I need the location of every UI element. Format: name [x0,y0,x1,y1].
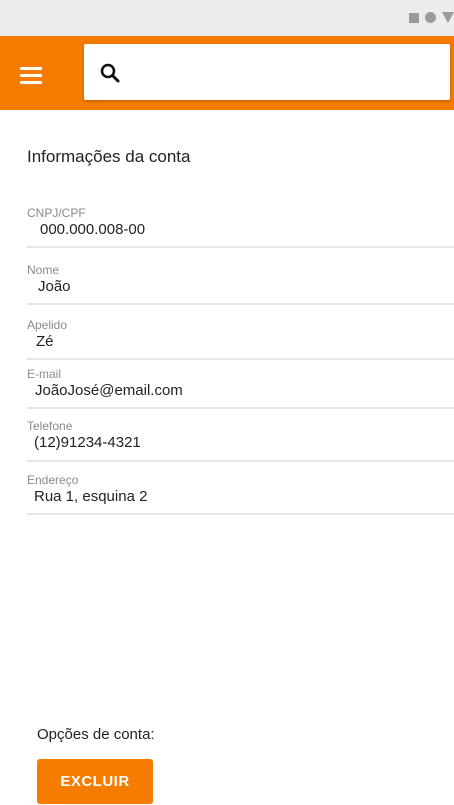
menu-bar-line [20,66,42,70]
field-value: JoãoJosé@email.com [35,382,183,399]
field-value: Rua 1, esquina 2 [34,488,148,505]
circle-icon [425,12,436,23]
field-value: Zé [36,333,54,350]
field-label: Apelido [27,318,68,332]
field-label: CNPJ/CPF [27,206,86,220]
hamburger-menu-icon[interactable] [20,60,64,90]
field-endereco[interactable]: Endereço Rua 1, esquina 2 [27,473,454,515]
status-bar [0,0,454,36]
field-label: E-mail [27,367,62,381]
field-cnpj-cpf[interactable]: CNPJ/CPF 000.000.008-00 [27,206,454,248]
menu-bar-line [20,80,42,84]
field-email[interactable]: E-mail JoãoJosé@email.com [27,367,454,409]
field-nome[interactable]: Nome João [27,263,454,305]
triangle-icon [442,12,454,23]
status-icons [409,12,454,23]
account-options-label: Opções de conta: [37,726,155,743]
field-label: Nome [27,263,60,277]
app-bar [0,36,454,110]
field-apelido[interactable]: Apelido Zé [27,318,454,360]
field-telefone[interactable]: Telefone (12)91234-4321 [27,419,454,462]
delete-account-button[interactable]: EXCLUIR [37,759,153,804]
search-icon[interactable] [98,61,122,85]
search-input[interactable] [84,44,450,100]
field-label: Endereço [27,473,79,487]
field-value: 000.000.008-00 [40,221,146,238]
field-value: (12)91234-4321 [34,434,141,451]
page-title: Informações da conta [27,147,191,166]
menu-bar-line [20,73,42,77]
square-icon [409,12,419,23]
field-value: João [38,278,71,295]
field-label: Telefone [27,419,73,433]
